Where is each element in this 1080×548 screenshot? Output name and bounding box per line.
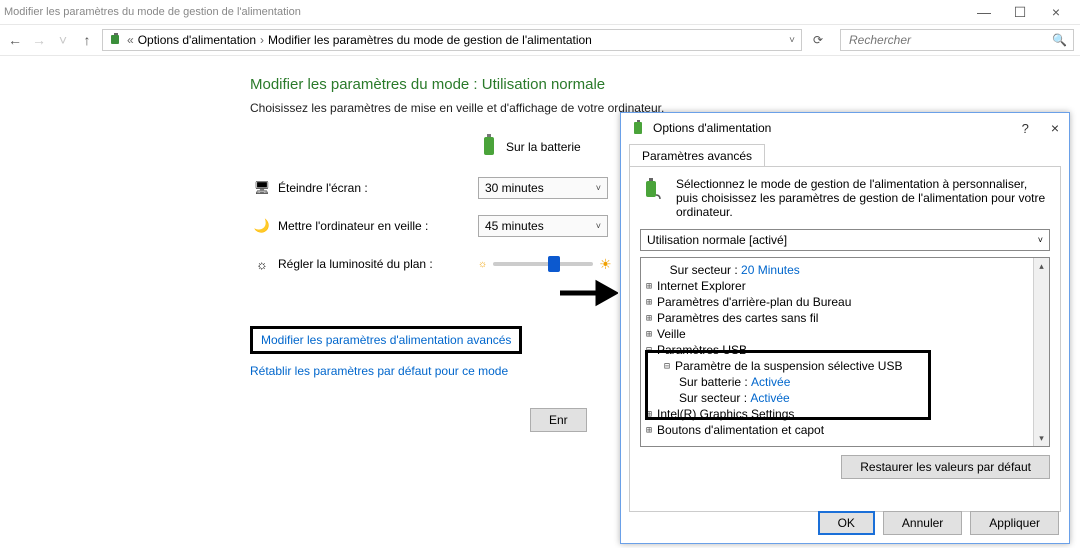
battery-icon: [631, 119, 645, 138]
window-title: Modifier les paramètres du mode de gesti…: [4, 6, 972, 18]
scrollbar[interactable]: ▴ ▾: [1033, 258, 1049, 446]
power-options-dialog: Options d'alimentation ? × Paramètres av…: [620, 112, 1070, 544]
breadcrumb-sep-icon: «: [127, 33, 134, 47]
select-value: Utilisation normale [activé]: [647, 233, 787, 247]
annotation-highlight: Modifier les paramètres d'alimentation a…: [250, 326, 522, 354]
cancel-button[interactable]: Annuler: [883, 511, 962, 535]
tree-row-on-ac[interactable]: Sur secteur : Activée: [643, 390, 1047, 406]
power-plan-select[interactable]: Utilisation normale [activé] ˅: [640, 229, 1050, 251]
breadcrumb-item[interactable]: Modifier les paramètres du mode de gesti…: [268, 33, 592, 47]
tree-row[interactable]: ⊞Veille: [643, 326, 1047, 342]
expand-icon[interactable]: ⊞: [643, 409, 655, 420]
expand-icon[interactable]: ⊞: [643, 281, 655, 292]
battery-column-label: Sur la batterie: [506, 140, 581, 154]
recent-button[interactable]: ˅: [54, 32, 72, 48]
sleep-label: Mettre l'ordinateur en veille :: [278, 219, 478, 233]
navigation-bar: ← → ˅ ↑ « Options d'alimentation › Modif…: [0, 24, 1080, 56]
tree-row[interactable]: ⊞Intel(R) Graphics Settings: [643, 406, 1047, 422]
turn-off-screen-select[interactable]: 30 minutes ˅: [478, 177, 608, 199]
dialog-tip-text: Sélectionnez le mode de gestion de l'ali…: [676, 177, 1050, 219]
chevron-down-icon[interactable]: ˅: [789, 35, 795, 46]
search-icon[interactable]: 🔍: [1052, 33, 1067, 47]
dialog-close-button[interactable]: ×: [1051, 120, 1059, 136]
tree-row-usb-selective[interactable]: ⊟Paramètre de la suspension sélective US…: [643, 358, 1047, 374]
scroll-down-icon[interactable]: ▾: [1034, 430, 1049, 446]
select-value: 45 minutes: [485, 219, 544, 233]
minimize-button[interactable]: —: [972, 4, 996, 21]
tree-row[interactable]: ⊞Paramètres d'arrière-plan du Bureau: [643, 294, 1047, 310]
tab-strip: Paramètres avancés: [621, 143, 1069, 166]
sun-small-icon: ☼: [478, 259, 487, 270]
tree-row-on-battery[interactable]: Sur batterie : Activée: [643, 374, 1047, 390]
expand-icon[interactable]: ⊞: [643, 297, 655, 308]
tree-row[interactable]: ⊞Boutons d'alimentation et capot: [643, 422, 1047, 438]
refresh-button[interactable]: ⟳: [808, 33, 828, 47]
dialog-titlebar: Options d'alimentation ? ×: [621, 113, 1069, 143]
expand-icon[interactable]: ⊞: [643, 329, 655, 340]
search-input[interactable]: [847, 32, 1052, 48]
chevron-down-icon: ˅: [1038, 235, 1043, 245]
sleep-select[interactable]: 45 minutes ˅: [478, 215, 608, 237]
dialog-title: Options d'alimentation: [653, 121, 1014, 135]
forward-button[interactable]: →: [30, 32, 48, 48]
select-value: 30 minutes: [485, 181, 544, 195]
tab-advanced[interactable]: Paramètres avancés: [629, 144, 765, 167]
window-titlebar: Modifier les paramètres du mode de gesti…: [0, 0, 1080, 24]
settings-tree[interactable]: Sur secteur : 20 Minutes ⊞Internet Explo…: [640, 257, 1050, 447]
close-button[interactable]: ×: [1044, 4, 1068, 21]
chevron-down-icon: ˅: [596, 221, 601, 231]
brightness-icon: ☼: [250, 257, 274, 272]
annotation-arrow-icon: [558, 278, 618, 311]
chevron-down-icon: ˅: [596, 183, 601, 193]
breadcrumb-item[interactable]: Options d'alimentation: [138, 33, 256, 47]
collapse-icon[interactable]: ⊟: [661, 361, 673, 372]
turn-off-screen-label: Éteindre l'écran :: [278, 181, 478, 195]
brightness-label: Régler la luminosité du plan :: [278, 257, 478, 271]
tree-row[interactable]: Sur secteur : 20 Minutes: [643, 262, 1047, 278]
advanced-settings-link[interactable]: Modifier les paramètres d'alimentation a…: [261, 333, 511, 347]
apply-button[interactable]: Appliquer: [970, 511, 1059, 535]
tree-row[interactable]: ⊞Paramètres des cartes sans fil: [643, 310, 1047, 326]
monitor-icon: 🖥: [250, 180, 274, 196]
ok-button[interactable]: OK: [818, 511, 875, 535]
save-button[interactable]: Enr: [530, 408, 587, 432]
maximize-button[interactable]: ☐: [1008, 4, 1032, 21]
brightness-slider[interactable]: [493, 262, 593, 266]
search-box[interactable]: 🔍: [840, 29, 1074, 51]
sun-large-icon: ☀: [599, 256, 612, 273]
battery-plug-icon: [640, 177, 666, 203]
moon-icon: 🌙: [250, 218, 274, 234]
page-heading: Modifier les paramètres du mode : Utilis…: [250, 76, 1080, 93]
help-button[interactable]: ?: [1022, 121, 1029, 136]
expand-icon[interactable]: ⊞: [643, 425, 655, 436]
tab-panel: Sélectionnez le mode de gestion de l'ali…: [629, 166, 1061, 512]
tree-row-usb[interactable]: ⊟Paramètres USB: [643, 342, 1047, 358]
up-button[interactable]: ↑: [78, 32, 96, 48]
scroll-up-icon[interactable]: ▴: [1034, 258, 1049, 274]
breadcrumb-sep-icon: ›: [260, 33, 264, 47]
slider-thumb[interactable]: [548, 256, 560, 272]
collapse-icon[interactable]: ⊟: [643, 345, 655, 356]
battery-icon: [480, 133, 498, 160]
breadcrumb[interactable]: « Options d'alimentation › Modifier les …: [102, 29, 802, 51]
back-button[interactable]: ←: [6, 32, 24, 48]
expand-icon[interactable]: ⊞: [643, 313, 655, 324]
restore-defaults-button[interactable]: Restaurer les valeurs par défaut: [841, 455, 1050, 479]
tree-row[interactable]: ⊞Internet Explorer: [643, 278, 1047, 294]
battery-icon: [109, 32, 123, 49]
